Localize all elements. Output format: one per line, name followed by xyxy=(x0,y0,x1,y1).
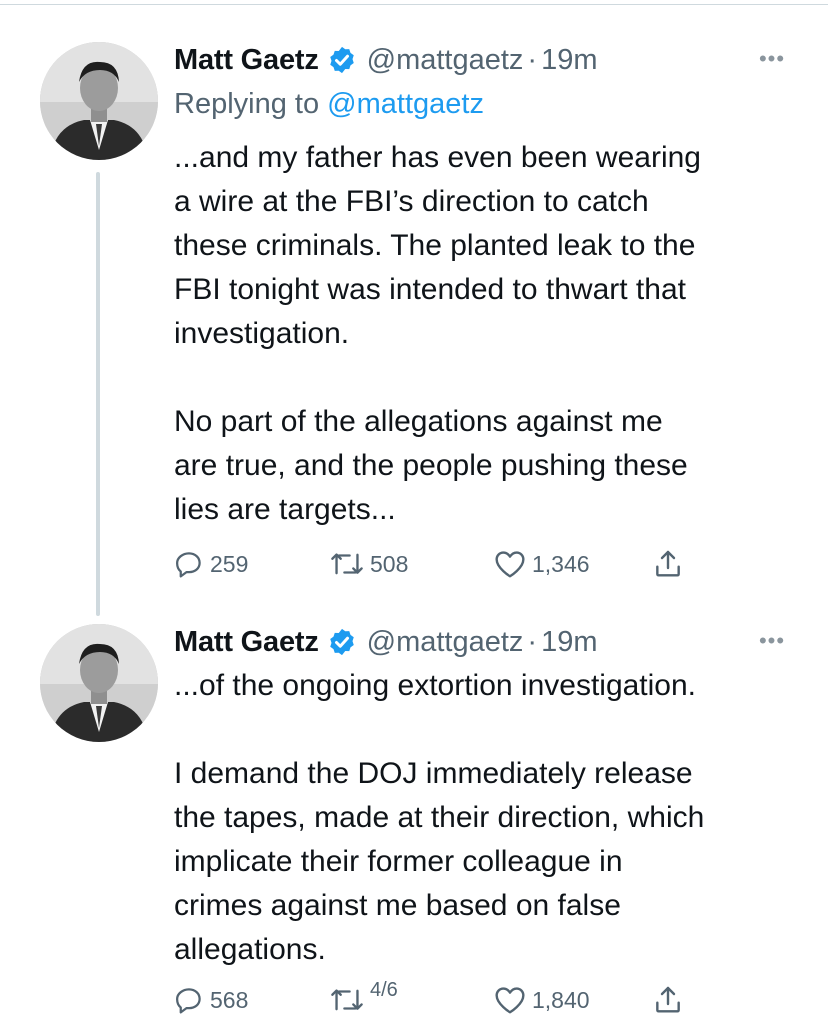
more-icon[interactable]: ••• xyxy=(752,626,792,656)
avatar-image xyxy=(40,624,158,742)
separator-dot: · xyxy=(527,625,538,658)
top-divider xyxy=(0,4,828,5)
retweet-icon xyxy=(331,553,363,575)
retweet-count: 4/6 xyxy=(370,978,398,1001)
author-handle[interactable]: @mattgaetz xyxy=(367,44,524,77)
verified-badge-icon xyxy=(327,627,357,657)
like-icon xyxy=(495,987,525,1014)
thread-connector-line xyxy=(96,172,100,616)
like-icon xyxy=(495,551,525,578)
like-button[interactable]: 1,840 xyxy=(494,980,590,1020)
like-count: 1,346 xyxy=(532,550,590,577)
avatar[interactable] xyxy=(40,42,158,160)
avatar-image xyxy=(40,42,158,160)
like-count: 1,840 xyxy=(532,986,590,1013)
reply-icon xyxy=(176,988,201,1014)
tweet-header: Matt Gaetz @mattgaetz · 19m xyxy=(174,620,794,664)
tweet-content: Matt Gaetz @mattgaetz · 19m ••• ...of th… xyxy=(174,620,794,972)
share-button[interactable] xyxy=(652,544,684,584)
timestamp[interactable]: 19m xyxy=(541,44,597,77)
replying-to-handle[interactable]: @mattgaetz xyxy=(327,88,484,120)
tweet-header: Matt Gaetz @mattgaetz · 19m xyxy=(174,38,794,82)
retweet-count: 508 xyxy=(370,550,409,577)
like-button[interactable]: 1,346 xyxy=(494,544,590,584)
retweet-button[interactable]: 4/6 xyxy=(330,978,398,1020)
retweet-icon xyxy=(331,989,363,1011)
author-handle[interactable]: @mattgaetz xyxy=(367,626,524,659)
reply-count: 568 xyxy=(210,986,249,1013)
share-button[interactable] xyxy=(652,980,684,1020)
avatar[interactable] xyxy=(40,624,158,742)
tweet-actions: 259 508 1,346 xyxy=(174,544,734,584)
reply-button[interactable]: 259 xyxy=(174,544,248,584)
timestamp[interactable]: 19m xyxy=(541,626,597,659)
more-icon[interactable]: ••• xyxy=(752,44,792,74)
share-icon xyxy=(656,550,680,577)
reply-button[interactable]: 568 xyxy=(174,980,248,1020)
verified-badge-icon xyxy=(327,45,357,75)
share-icon xyxy=(656,986,680,1013)
replying-to: Replying to @mattgaetz xyxy=(174,82,794,126)
tweet-actions: 568 4/6 1,840 xyxy=(174,978,734,1020)
author-name[interactable]: Matt Gaetz xyxy=(174,626,319,659)
replying-to-label: Replying to xyxy=(174,88,320,120)
tweet-content: Matt Gaetz @mattgaetz · 19m ••• Replying… xyxy=(174,38,794,532)
author-name[interactable]: Matt Gaetz xyxy=(174,44,319,77)
separator-dot: · xyxy=(527,43,538,76)
retweet-button[interactable]: 508 xyxy=(330,544,408,584)
reply-count: 259 xyxy=(210,550,249,577)
reply-icon xyxy=(176,552,201,578)
tweet-text: ...and my father has even been wearing a… xyxy=(174,141,701,526)
tweet-text: ...of the ongoing extortion investigatio… xyxy=(174,669,705,966)
